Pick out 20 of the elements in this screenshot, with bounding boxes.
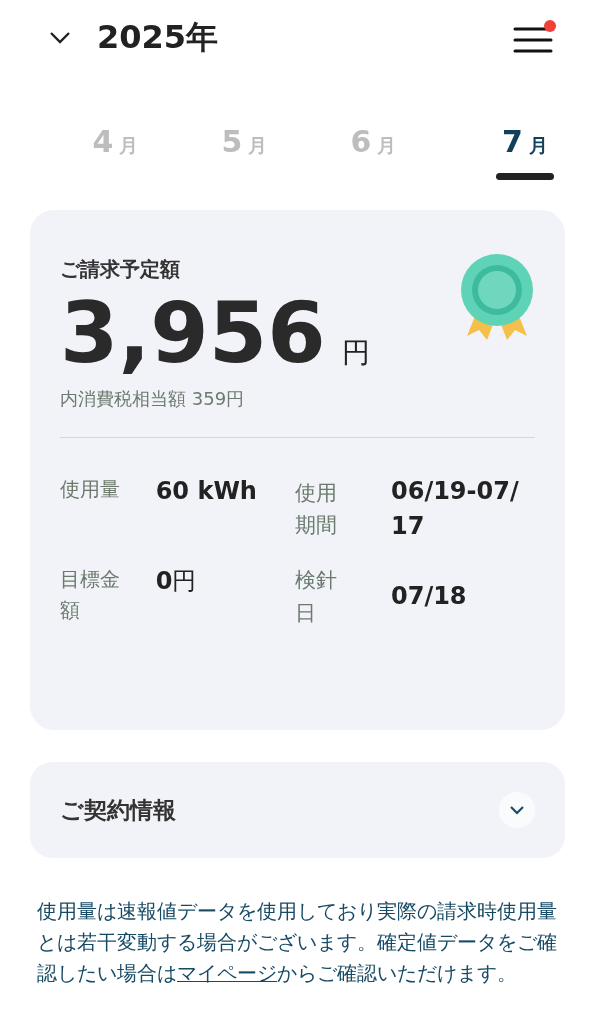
mypage-link[interactable]: マイページ: [177, 962, 277, 986]
year-title[interactable]: 2025年: [97, 16, 219, 60]
expand-icon[interactable]: [499, 792, 535, 828]
detail-value: 0円: [155, 566, 198, 597]
menu-icon[interactable]: [513, 20, 557, 56]
detail-label: 使用量: [60, 476, 121, 504]
month-tab[interactable]: 7 月: [483, 104, 567, 184]
bill-title: ご請求予定額: [60, 256, 181, 283]
tax-note: 内消費税相当額 359円: [60, 387, 246, 412]
detail-value: 07/18: [391, 581, 468, 613]
usage-note: 使用量は速報値データを使用しており実際の請求時使用量とは若干変動する場合がございます。確定値データをご確認したい場合はマイページからご確認いただけます。: [37, 899, 558, 988]
detail-label: 目標金額: [60, 566, 121, 624]
detail-label: 使用期間: [295, 479, 338, 540]
chevron-down-icon[interactable]: [49, 31, 71, 45]
detail-value: 60 kWh: [155, 476, 258, 508]
detail-label: 検針日: [295, 567, 338, 627]
bill-amount: 3,956: [60, 287, 326, 380]
contract-accordion[interactable]: ご契約情報: [30, 762, 565, 858]
currency-label: 円: [341, 335, 370, 371]
detail-value: 06/19-07/17: [391, 476, 520, 543]
